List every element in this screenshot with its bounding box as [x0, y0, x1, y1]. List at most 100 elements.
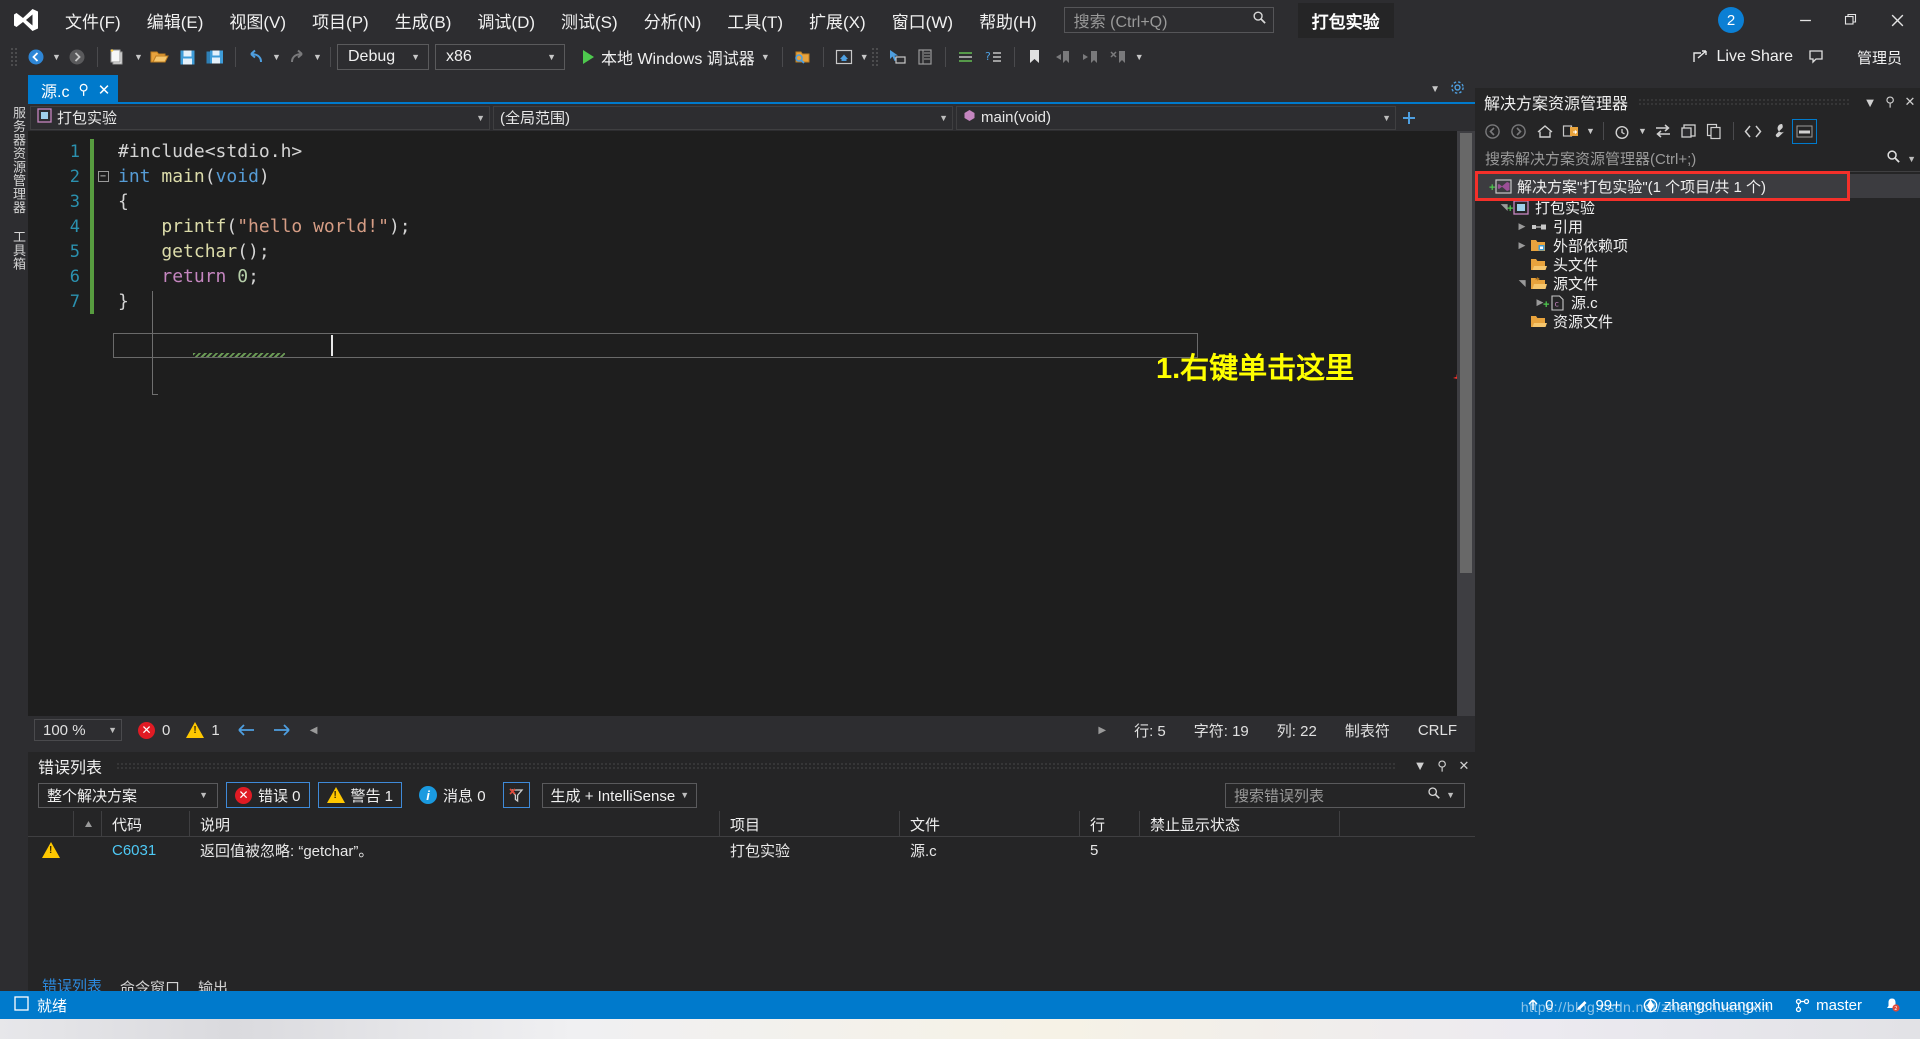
properties-wrench-icon[interactable]	[1766, 119, 1791, 144]
uncomment-lines-icon[interactable]: ?	[980, 44, 1008, 70]
previous-issue-button[interactable]	[236, 722, 256, 738]
clear-bookmarks-icon[interactable]	[1105, 44, 1133, 70]
redo-dropdown-icon[interactable]: ▼	[311, 44, 324, 70]
menu-test[interactable]: 测试(S)	[548, 0, 631, 40]
toggle-bookmark-icon[interactable]	[1021, 44, 1049, 70]
navigate-forward-icon[interactable]	[63, 44, 91, 70]
editor-vertical-scrollbar[interactable]: ▲ ▼	[1457, 131, 1475, 744]
col-suppression[interactable]: 禁止显示状态	[1140, 811, 1340, 837]
search-in-files-icon[interactable]	[789, 44, 817, 70]
solution-explorer-search-box[interactable]: 搜索解决方案资源管理器(Ctrl+;) ▼	[1475, 146, 1920, 172]
panel-close-icon[interactable]: ✕	[1453, 758, 1475, 774]
notification-badge[interactable]: 2	[1718, 7, 1744, 33]
chevron-down-icon[interactable]: ▼	[755, 52, 770, 62]
tab-settings-gear-icon[interactable]	[1450, 80, 1465, 100]
panel-dropdown-icon[interactable]: ▼	[1409, 758, 1431, 773]
horizontal-scroll-left-icon[interactable]: ◀	[310, 725, 318, 736]
panel-close-icon[interactable]: ✕	[1900, 94, 1920, 110]
redo-icon[interactable]	[283, 44, 311, 70]
menu-edit[interactable]: 编辑(E)	[134, 0, 217, 40]
line-ending[interactable]: CRLF	[1418, 722, 1457, 739]
panel-pin-icon[interactable]: ⚲	[1880, 94, 1900, 110]
pointer-select-icon[interactable]	[883, 44, 911, 70]
solution-platform-combo[interactable]: x86 ▼	[435, 44, 565, 70]
panel-dropdown-icon[interactable]: ▼	[1860, 95, 1880, 110]
menu-analyze[interactable]: 分析(N)	[631, 0, 715, 40]
horizontal-scroll-right-icon[interactable]: ▶	[1098, 725, 1106, 736]
solution-configuration-combo[interactable]: Debug ▼	[337, 44, 429, 70]
collapse-all-icon[interactable]	[1676, 119, 1701, 144]
error-list-search-box[interactable]: 搜索错误列表 ▼	[1225, 782, 1465, 808]
code-line[interactable]: 7}	[28, 289, 1475, 314]
fold-column[interactable]: −	[94, 171, 112, 182]
navbar-scope-combo[interactable]: (全局范围) ▼	[493, 105, 953, 130]
next-bookmark-icon[interactable]	[1077, 44, 1105, 70]
tab-list-dropdown-icon[interactable]: ▼	[1430, 84, 1440, 95]
notifications-bell[interactable]: 2	[1884, 997, 1900, 1013]
menu-view[interactable]: 视图(V)	[216, 0, 299, 40]
undo-icon[interactable]	[242, 44, 270, 70]
error-scope-combo[interactable]: 整个解决方案 ▼	[38, 782, 218, 808]
live-share-button[interactable]: Live Share	[1682, 48, 1803, 66]
col-severity[interactable]	[28, 811, 74, 837]
copy-icon[interactable]	[1702, 119, 1727, 144]
home-page-icon[interactable]	[830, 44, 858, 70]
tree-node[interactable]: ▶ 外部依赖项	[1475, 236, 1920, 255]
panel-drag-dots[interactable]	[1638, 98, 1850, 106]
chevron-down-icon[interactable]: ▼	[1441, 790, 1460, 800]
pending-changes-icon[interactable]	[1610, 119, 1635, 144]
tree-node[interactable]: ◢ 源文件	[1475, 274, 1920, 293]
code-line[interactable]: 3{	[28, 189, 1475, 214]
show-all-files-icon[interactable]	[1558, 119, 1583, 144]
menu-debug[interactable]: 调试(D)	[464, 0, 548, 40]
filter-messages-button[interactable]: i 消息 0	[410, 782, 495, 808]
undo-dropdown-icon[interactable]: ▼	[270, 44, 283, 70]
menu-project[interactable]: 项目(P)	[299, 0, 382, 40]
sync-icon[interactable]	[1650, 119, 1675, 144]
home-dropdown-icon[interactable]: ▼	[858, 44, 871, 70]
preview-pane-icon[interactable]	[1792, 118, 1817, 144]
tree-collapsed-icon[interactable]: ▶	[1515, 221, 1529, 232]
panel-drag-dots[interactable]	[116, 761, 1395, 770]
build-intellisense-combo[interactable]: 生成 + IntelliSense ▼	[541, 782, 697, 808]
filter-errors-button[interactable]: ✕ 错误 0	[226, 782, 310, 808]
sidebar-tab-toolbox[interactable]: 工具箱	[0, 222, 28, 279]
navbar-member-combo[interactable]: main(void) ▼	[956, 105, 1396, 130]
menu-extensions[interactable]: 扩展(X)	[796, 0, 879, 40]
editor-error-count[interactable]: ✕ 0	[138, 721, 170, 739]
tree-node[interactable]: 头文件	[1475, 255, 1920, 274]
minimize-button[interactable]	[1782, 0, 1828, 40]
source-control-branch[interactable]: master	[1795, 997, 1862, 1014]
comment-lines-icon[interactable]	[952, 44, 980, 70]
collapse-region-icon[interactable]: −	[97, 171, 109, 182]
pending-changes-dropdown-icon[interactable]: ▼	[1636, 118, 1649, 144]
panel-pin-icon[interactable]: ⚲	[1431, 758, 1453, 774]
save-all-icon[interactable]	[201, 44, 229, 70]
row-code[interactable]: C6031	[102, 837, 190, 863]
navbar-project-combo[interactable]: 打包实验 ▼	[30, 105, 490, 130]
save-icon[interactable]	[173, 44, 201, 70]
start-debugging-button[interactable]: 本地 Windows 调试器 ▼	[577, 43, 776, 71]
menu-help[interactable]: 帮助(H)	[966, 0, 1050, 40]
scrollbar-thumb[interactable]	[1460, 133, 1472, 573]
code-view-icon[interactable]	[1740, 119, 1765, 144]
tree-collapsed-icon[interactable]: ▶	[1515, 240, 1529, 251]
next-issue-button[interactable]	[272, 722, 292, 738]
clear-filter-icon[interactable]	[502, 782, 530, 808]
tree-node[interactable]: ▶ 引用	[1475, 217, 1920, 236]
col-project[interactable]: 项目	[720, 811, 900, 837]
restore-button[interactable]	[1828, 0, 1874, 40]
navigate-back-icon[interactable]	[22, 44, 50, 70]
menu-file[interactable]: 文件(F)	[52, 0, 134, 40]
code-line[interactable]: 1 #include<stdio.h>	[28, 139, 1475, 164]
menu-tools[interactable]: 工具(T)	[714, 0, 796, 40]
add-split-view-icon[interactable]	[1399, 110, 1419, 126]
home-icon[interactable]	[1532, 119, 1557, 144]
forward-icon[interactable]	[1506, 119, 1531, 144]
previous-bookmark-icon[interactable]	[1049, 44, 1077, 70]
menu-window[interactable]: 窗口(W)	[879, 0, 966, 40]
document-tab-source-c[interactable]: 源.c ⚲ ✕	[28, 75, 119, 104]
properties-window-icon[interactable]	[911, 44, 939, 70]
tree-node[interactable]: ▶ c + 源.c	[1475, 293, 1920, 312]
global-search-box[interactable]: 搜索 (Ctrl+Q)	[1063, 7, 1274, 33]
